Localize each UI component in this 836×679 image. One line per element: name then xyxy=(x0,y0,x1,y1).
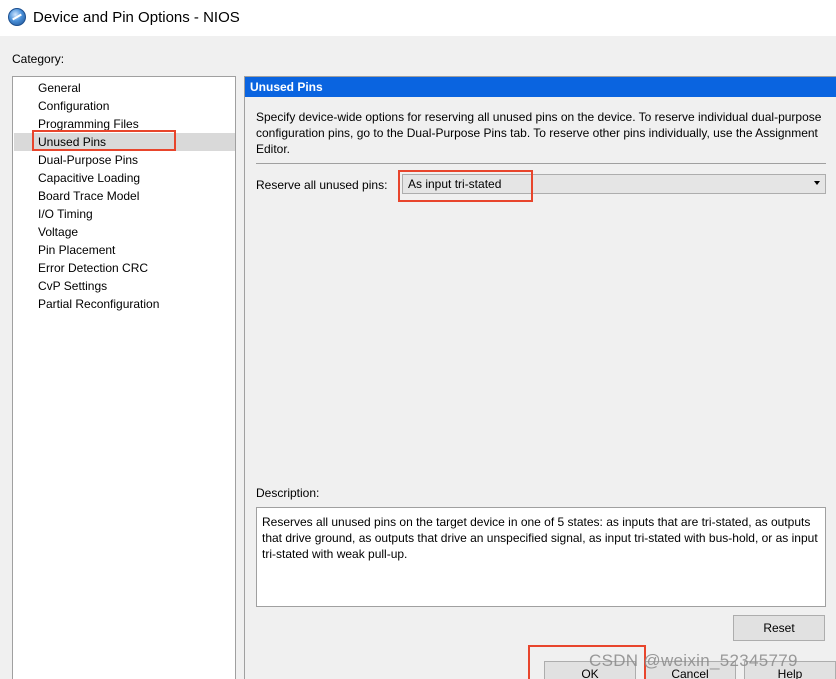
sidebar-item-partial-reconfiguration[interactable]: Partial Reconfiguration xyxy=(14,295,235,313)
app-globe-icon xyxy=(8,8,26,26)
sidebar-item-error-detection-crc[interactable]: Error Detection CRC xyxy=(14,259,235,277)
description-box: Reserves all unused pins on the target d… xyxy=(256,507,826,607)
sidebar-item-general[interactable]: General xyxy=(14,79,235,97)
sidebar-item-voltage[interactable]: Voltage xyxy=(14,223,235,241)
options-panel: Unused Pins Specify device-wide options … xyxy=(244,76,836,679)
title-bar: Device and Pin Options - NIOS xyxy=(0,0,836,36)
sidebar-item-unused-pins[interactable]: Unused Pins xyxy=(14,133,235,151)
reserve-unused-pins-select[interactable]: As input tri-stated xyxy=(402,174,826,194)
reserve-unused-pins-label: Reserve all unused pins: xyxy=(256,178,388,192)
description-label: Description: xyxy=(256,486,320,500)
panel-header: Unused Pins xyxy=(245,77,836,97)
sidebar-item-configuration[interactable]: Configuration xyxy=(14,97,235,115)
sidebar-item-pin-placement[interactable]: Pin Placement xyxy=(14,241,235,259)
window-title: Device and Pin Options - NIOS xyxy=(33,9,240,26)
sidebar-item-board-trace-model[interactable]: Board Trace Model xyxy=(14,187,235,205)
sidebar-item-cvp-settings[interactable]: CvP Settings xyxy=(14,277,235,295)
chevron-down-icon xyxy=(814,181,820,185)
separator xyxy=(256,163,826,164)
sidebar-item-dual-purpose-pins[interactable]: Dual-Purpose Pins xyxy=(14,151,235,169)
sidebar-item-capacitive-loading[interactable]: Capacitive Loading xyxy=(14,169,235,187)
reset-button[interactable]: Reset xyxy=(733,615,825,641)
category-label: Category: xyxy=(12,52,65,66)
sidebar-item-programming-files[interactable]: Programming Files xyxy=(14,115,235,133)
sidebar-item-io-timing[interactable]: I/O Timing xyxy=(14,205,235,223)
panel-intro-text: Specify device-wide options for reservin… xyxy=(256,110,822,156)
watermark-text: CSDN @weixin_52345779 xyxy=(589,651,798,670)
category-list[interactable]: General Configuration Programming Files … xyxy=(12,76,236,679)
reserve-select-value: As input tri-stated xyxy=(408,177,502,191)
